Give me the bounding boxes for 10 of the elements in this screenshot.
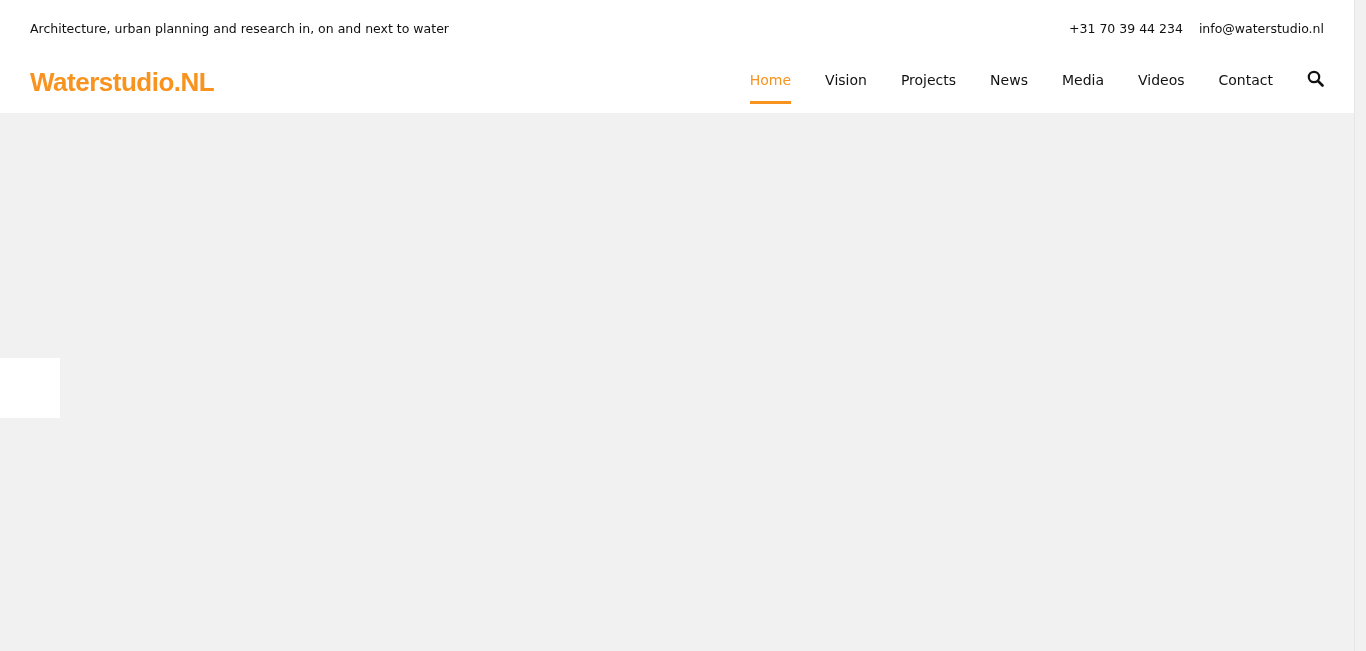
- search-icon[interactable]: [1307, 70, 1324, 87]
- nav-link[interactable]: Media: [1061, 70, 1104, 104]
- email-address-link[interactable]: info@waterstudio.nl: [1198, 19, 1324, 39]
- nav-link[interactable]: Vision: [825, 70, 867, 104]
- phone-number-link[interactable]: +31 70 39 44 234: [1069, 19, 1183, 39]
- tagline: Architecture, urban planning and research in, on and next to water: [30, 19, 449, 38]
- nav-link[interactable]: Videos: [1138, 70, 1185, 104]
- nav-link[interactable]: Contact: [1218, 70, 1273, 104]
- nav-link[interactable]: Projects: [900, 70, 957, 104]
- nav-link[interactable]: News: [990, 70, 1028, 104]
